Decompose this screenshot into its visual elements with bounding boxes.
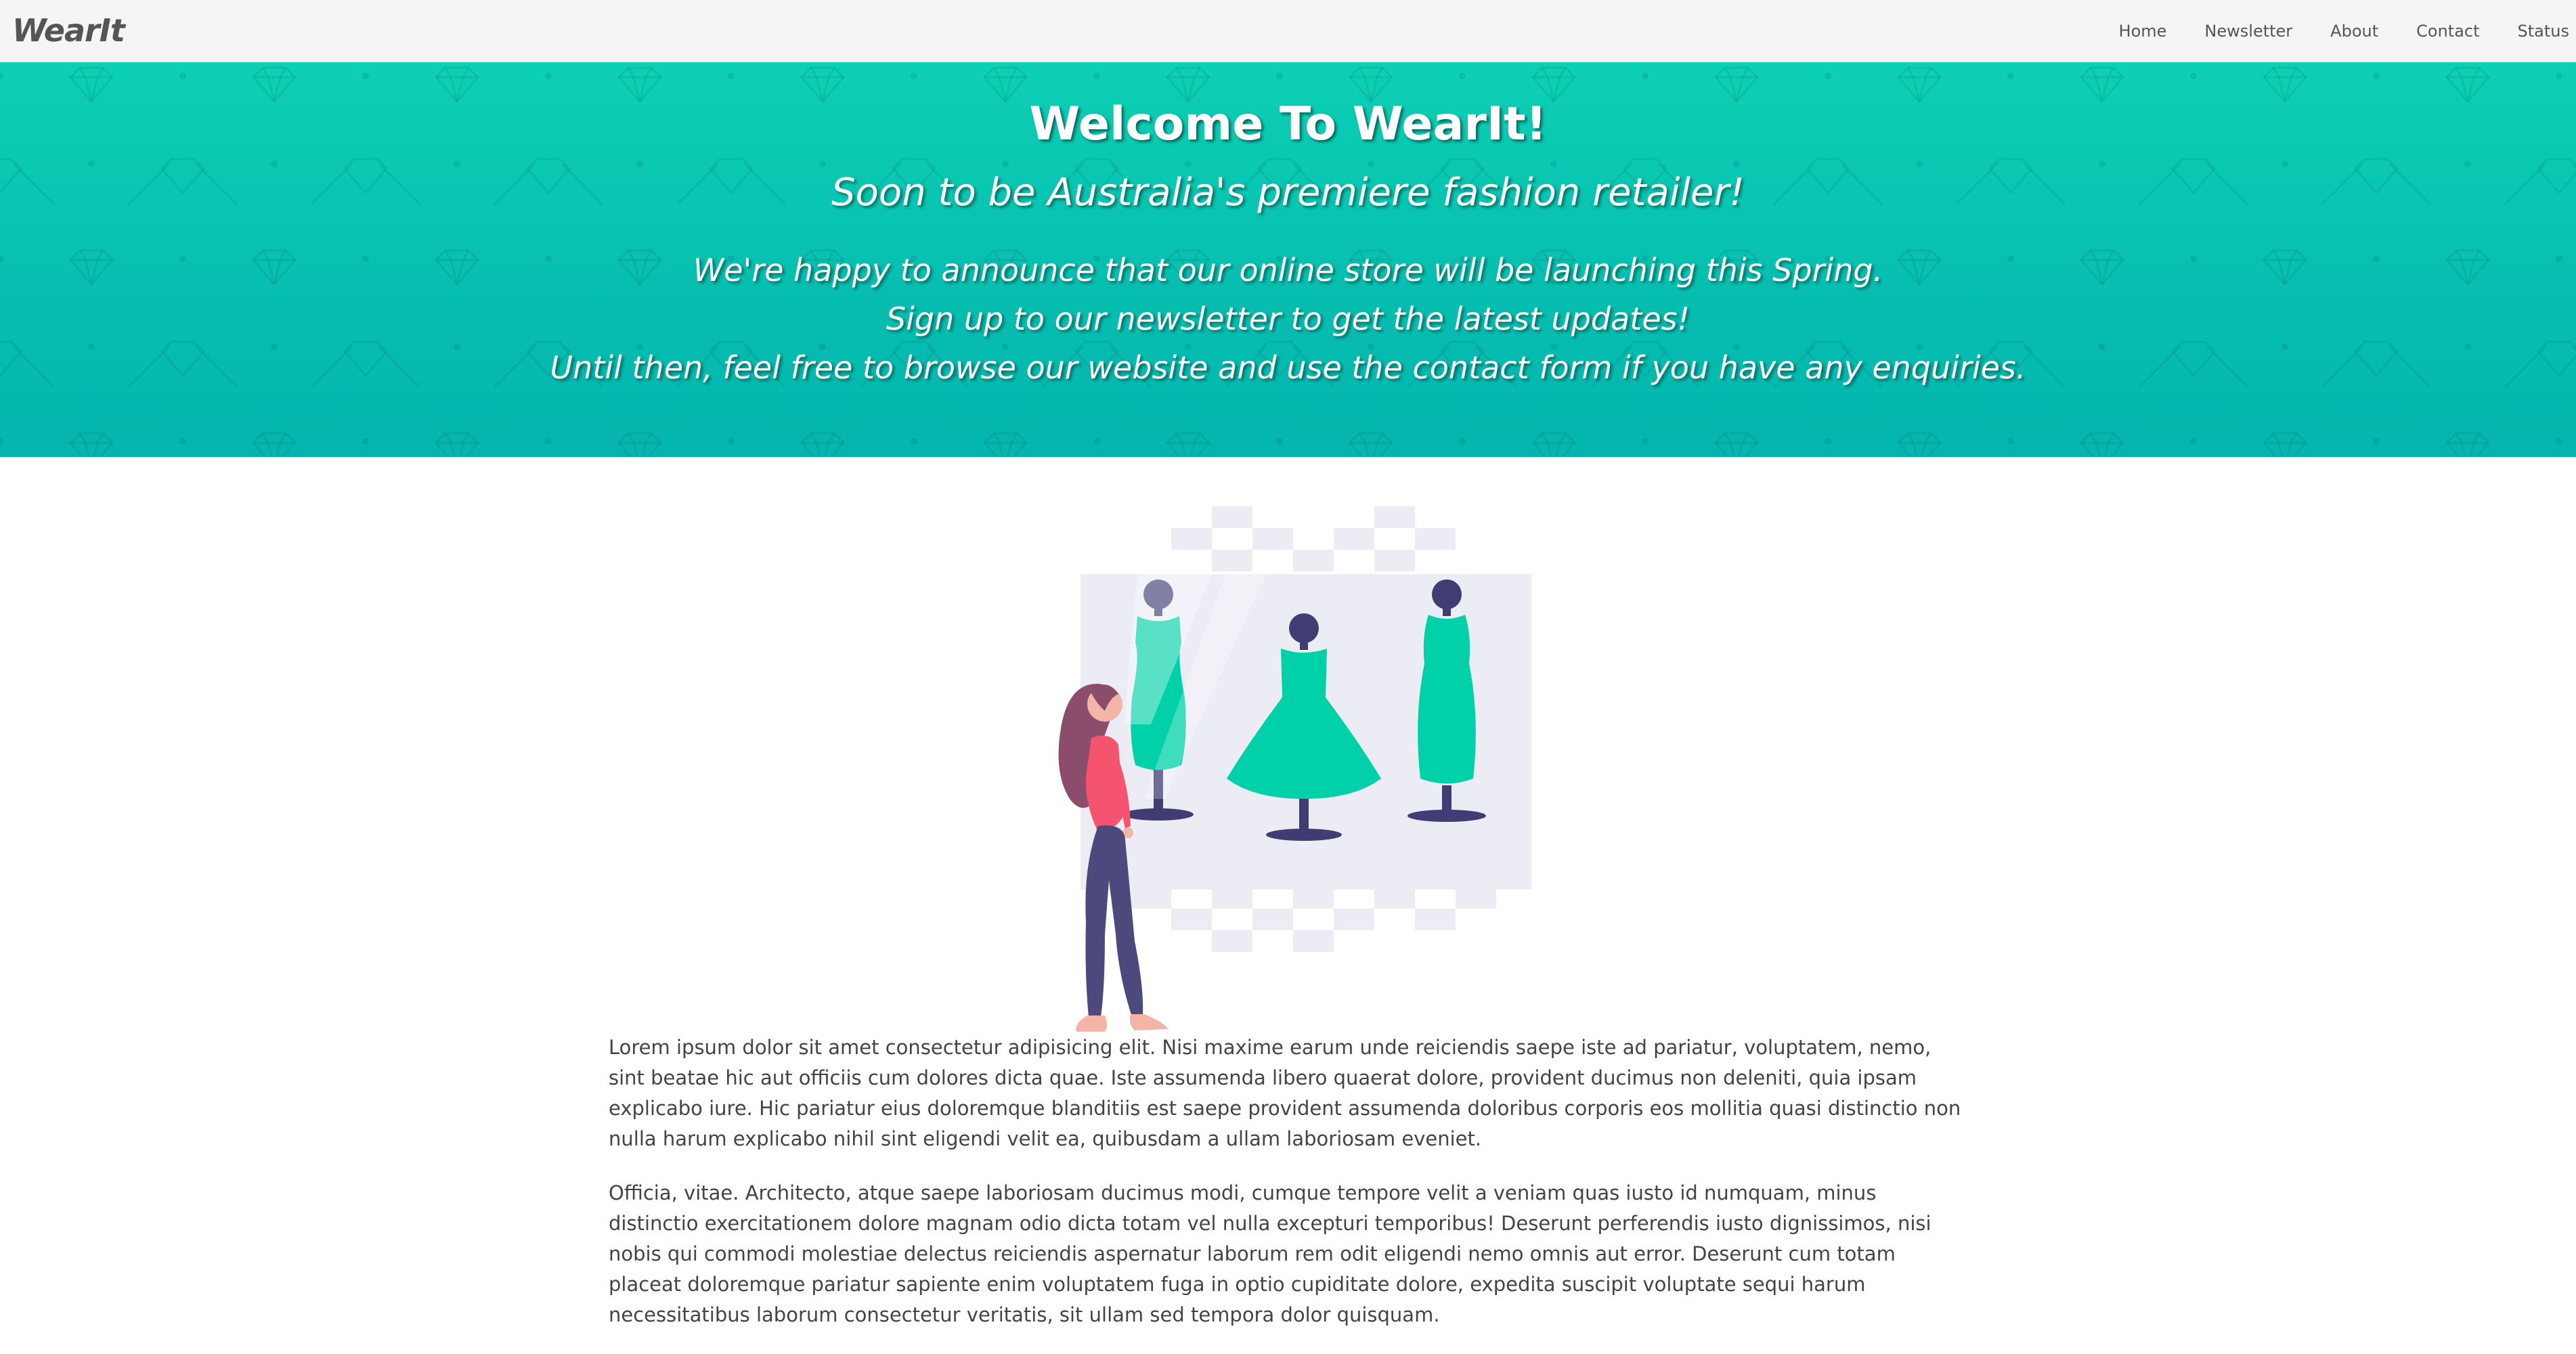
content-paragraph: Officia, vitae. Architecto, atque saepe … [609, 1181, 1931, 1326]
hero-title: Welcome To WearIt! [1029, 97, 1547, 151]
nav-link-newsletter[interactable]: Newsletter [2204, 22, 2292, 41]
nav-link-about[interactable]: About [2330, 22, 2378, 41]
hero-banner: Welcome To WearIt! Soon to be Australia'… [0, 62, 2576, 457]
content-paragraph: Lorem ipsum dolor sit amet consectetur a… [609, 1036, 1961, 1150]
nav-link-status[interactable]: Status [2518, 22, 2569, 41]
nav-links: Home Newsletter About Contact Status [2081, 0, 2576, 62]
hero-announcement-line: We're happy to announce that our online … [693, 252, 1883, 288]
main-content: Lorem ipsum dolor sit amet consectetur a… [609, 1032, 1969, 1354]
brand-logo[interactable]: WearIt [12, 9, 125, 51]
nav-link-home[interactable]: Home [2119, 22, 2167, 41]
hero-newsletter-line: Sign up to our newsletter to get the lat… [886, 301, 1690, 337]
hero-contact-line: Until then, feel free to browse our webs… [550, 349, 2026, 386]
nav-link-contact[interactable]: Contact [2416, 22, 2479, 41]
navbar: WearIt Home Newsletter About Contact Sta… [0, 0, 2576, 62]
shop-window-dresses-illustration [1058, 506, 1531, 1032]
hero-subtitle: Soon to be Australia's premiere fashion … [831, 171, 1745, 215]
